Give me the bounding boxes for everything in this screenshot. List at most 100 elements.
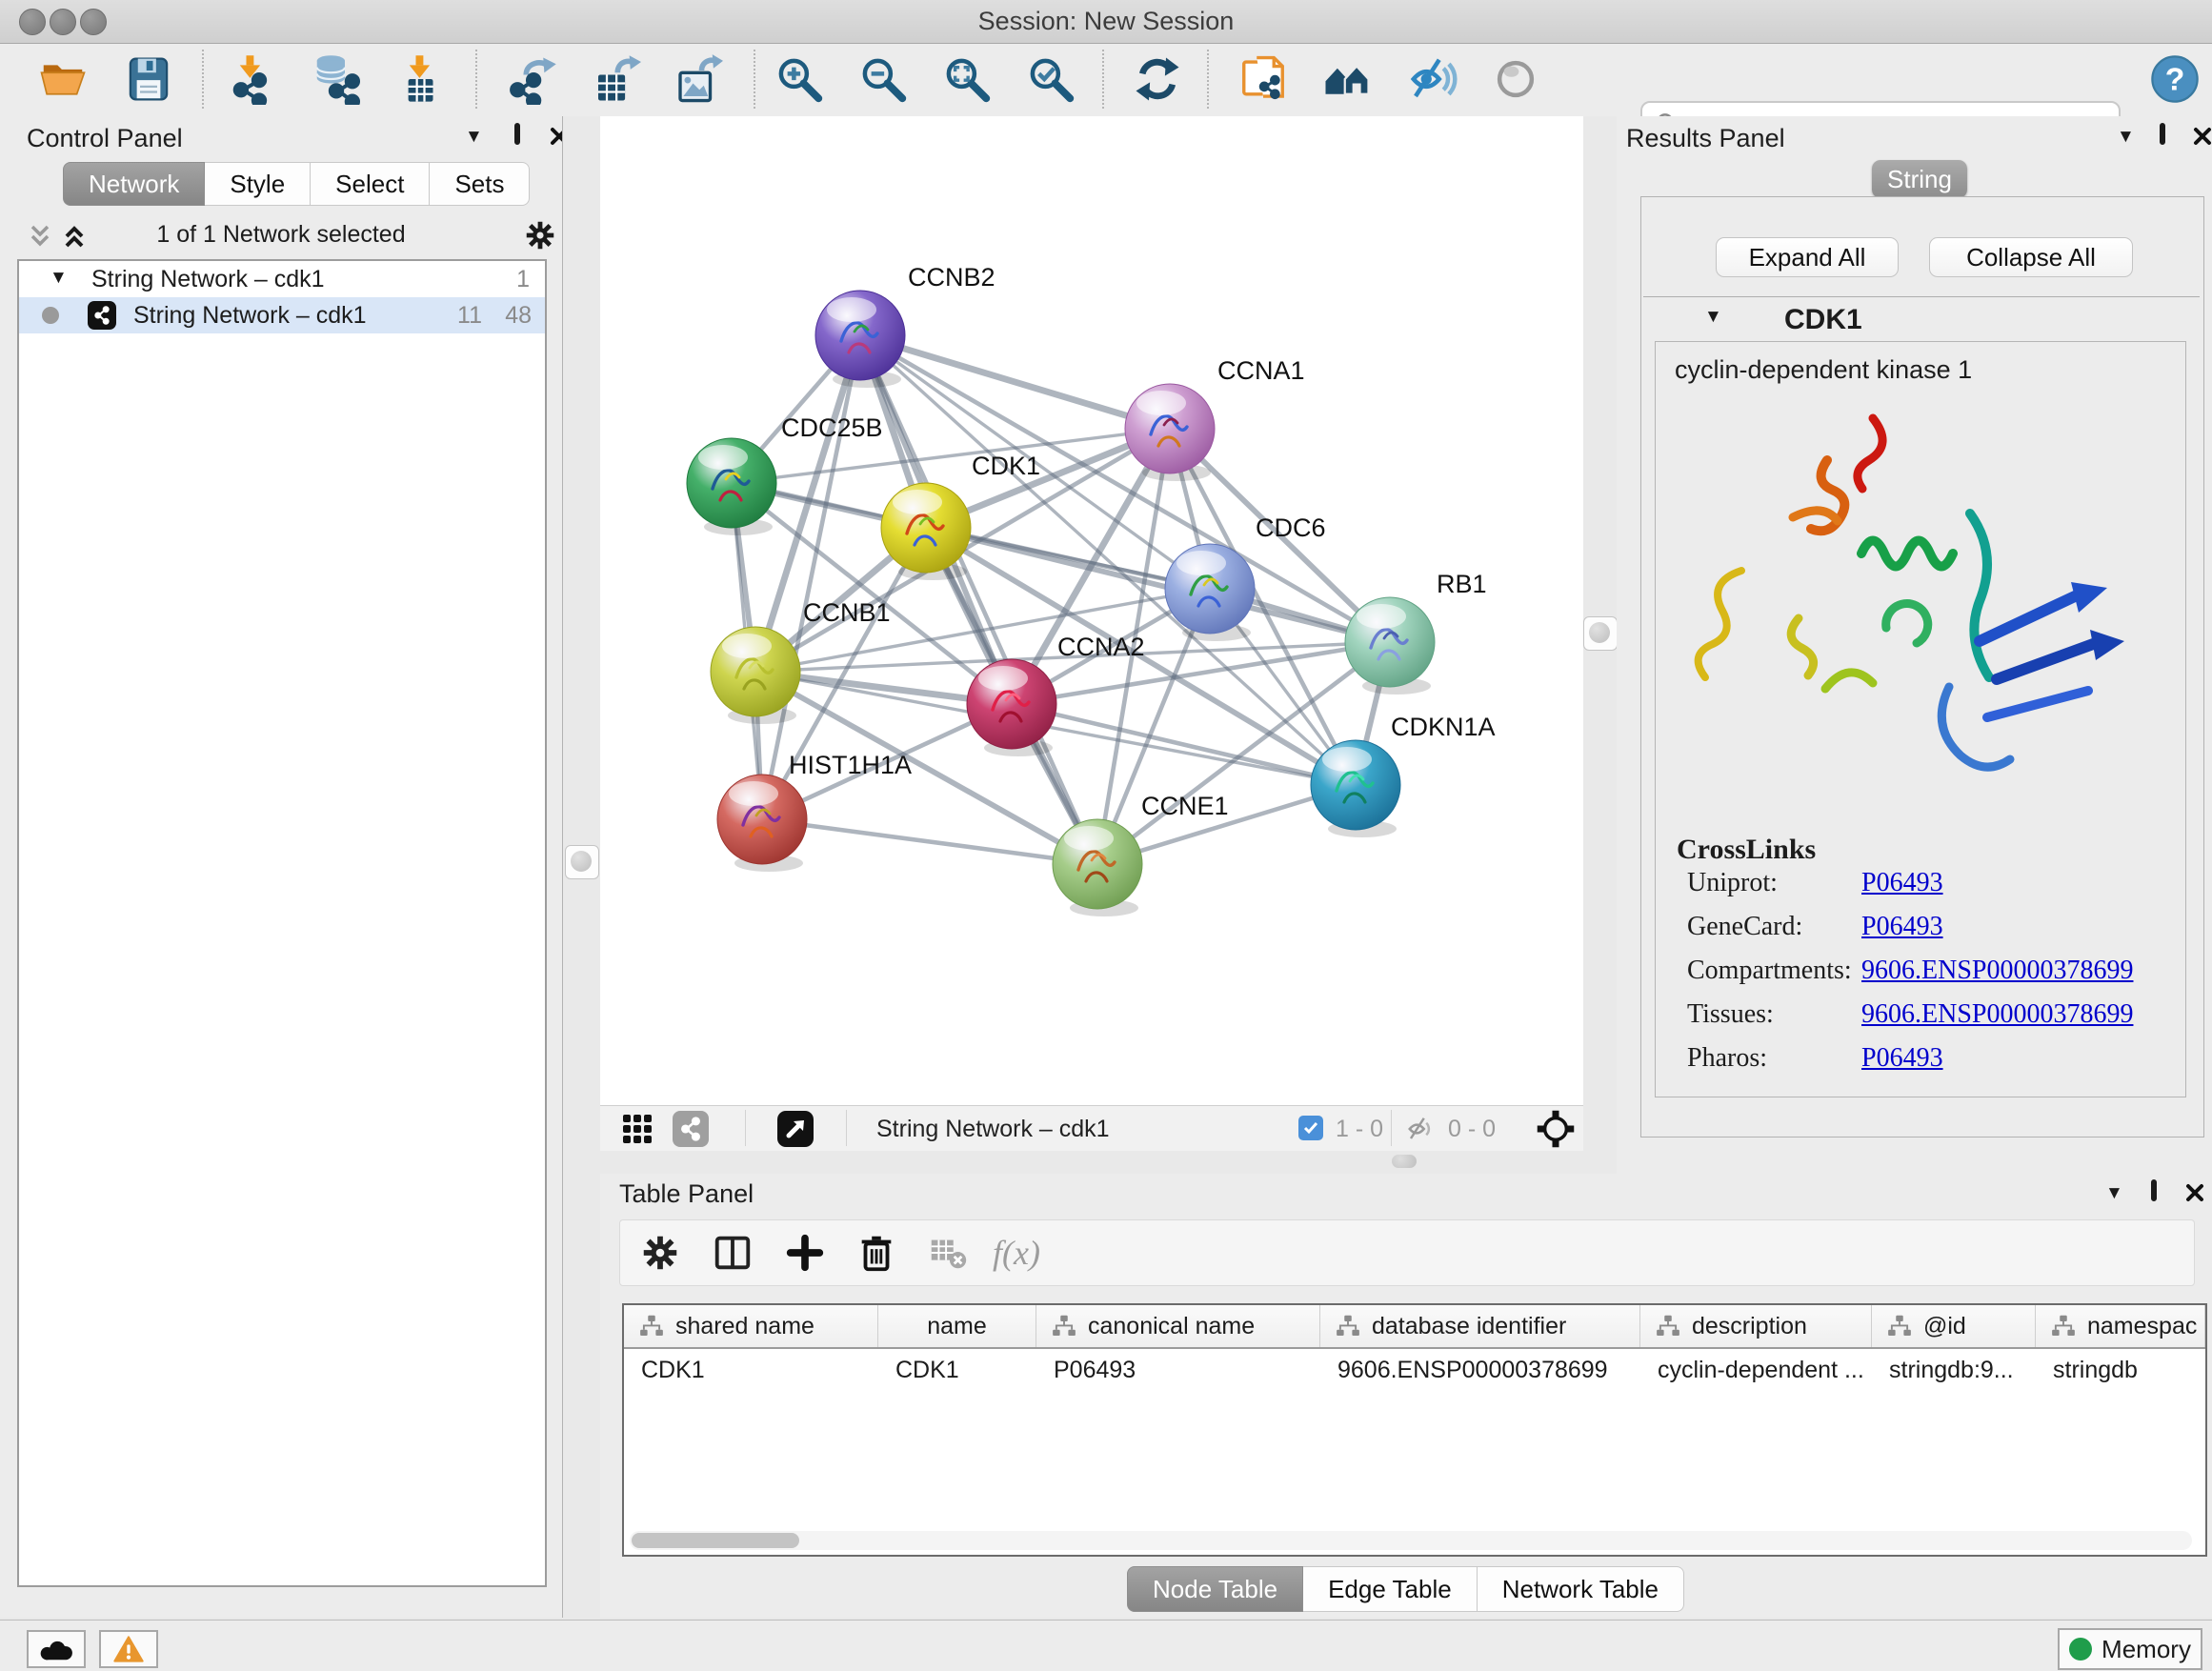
export-table-icon[interactable]	[588, 51, 643, 107]
network-grid-view-icon[interactable]	[621, 1113, 654, 1152]
edge-CDK1-RB1[interactable]	[926, 528, 1390, 642]
hide-graphics-details-icon[interactable]	[1405, 51, 1460, 107]
column-header-name[interactable]: name	[878, 1305, 1036, 1347]
left-splitter-handle[interactable]	[565, 845, 599, 879]
network-view[interactable]: CCNB2CCNA1CDC25BCDK1CDC6RB1CCNB1CCNA2CDK…	[600, 116, 1583, 1105]
network-node-CDC25B[interactable]: CDC25B	[687, 413, 883, 535]
import-network-file-icon[interactable]	[223, 51, 278, 107]
status-bar: Memory	[0, 1620, 2212, 1671]
table-cell[interactable]: P06493	[1036, 1349, 1320, 1391]
export-image-icon[interactable]	[670, 51, 725, 107]
node-label-CCNA2: CCNA2	[1057, 633, 1145, 661]
table-hscrollbar-thumb[interactable]	[632, 1533, 799, 1548]
left-splitter[interactable]	[562, 116, 601, 1618]
network-node-HIST1H1A[interactable]: HIST1H1A	[717, 751, 912, 872]
show-graphics-details-icon[interactable]	[1488, 51, 1543, 107]
gene-expander-icon[interactable]: ▼	[1704, 307, 1722, 328]
edge-CCNB2-CCNA1[interactable]	[860, 335, 1170, 429]
crosslink-row: Compartments:9606.ENSP00000378699	[1656, 956, 2185, 999]
warning-icon[interactable]	[99, 1630, 158, 1668]
crosslink-link[interactable]: P06493	[1861, 912, 1943, 942]
results-panel-menu-icon[interactable]: ▼	[2117, 127, 2135, 148]
crosslink-link[interactable]: P06493	[1861, 1043, 1943, 1074]
table-panel-menu-icon[interactable]: ▼	[2105, 1183, 2123, 1204]
open-session-icon[interactable]	[35, 51, 90, 107]
tab-sets[interactable]: Sets	[430, 162, 530, 206]
network-share-view-icon[interactable]	[673, 1111, 709, 1147]
edge-CCNB2-CCNE1[interactable]	[860, 335, 1097, 864]
network-node-CCNE1[interactable]: CCNE1	[1053, 792, 1229, 916]
table-cell[interactable]: cyclin-dependent ...	[1640, 1349, 1872, 1391]
crosslink-link[interactable]: P06493	[1861, 868, 1943, 898]
export-network-icon[interactable]	[505, 51, 560, 107]
import-network-database-icon[interactable]	[309, 51, 364, 107]
control-panel-menu-icon[interactable]: ▼	[465, 127, 483, 148]
table-cell[interactable]: CDK1	[878, 1349, 1036, 1391]
zoom-selected-icon[interactable]	[1023, 51, 1078, 107]
column-header-namespac[interactable]: namespac	[2036, 1305, 2205, 1347]
column-header-shared-name[interactable]: shared name	[624, 1305, 878, 1347]
network-canvas[interactable]: CCNB2CCNA1CDC25BCDK1CDC6RB1CCNB1CCNA2CDK…	[600, 116, 1583, 1105]
node-table[interactable]: shared namenamecanonical namedatabase id…	[622, 1303, 2207, 1557]
expand-all-button[interactable]: Expand All	[1716, 237, 1899, 277]
zoom-in-icon[interactable]	[772, 51, 827, 107]
selected-checkbox-icon[interactable]	[1298, 1116, 1323, 1140]
network-options-gear-icon[interactable]	[522, 217, 558, 258]
network-node-CCNB1[interactable]: CCNB1	[711, 598, 891, 724]
network-node-CDKN1A[interactable]: CDKN1A	[1311, 713, 1496, 837]
import-table-file-icon[interactable]	[392, 51, 448, 107]
zoom-out-icon[interactable]	[855, 51, 911, 107]
tab-style[interactable]: Style	[205, 162, 311, 206]
collapse-all-button[interactable]: Collapse All	[1929, 237, 2133, 277]
table-cell[interactable]: stringdb	[2036, 1349, 2205, 1391]
window-title: Session: New Session	[0, 7, 2212, 36]
crosslink-link[interactable]: 9606.ENSP00000378699	[1861, 956, 2133, 986]
table-panel-close-icon[interactable]	[2184, 1182, 2205, 1208]
tab-network[interactable]: Network	[63, 162, 205, 206]
right-splitter-handle[interactable]	[1583, 616, 1618, 651]
network-node-CCNA1[interactable]: CCNA1	[1125, 356, 1305, 481]
home-icon[interactable]	[1319, 51, 1375, 107]
table-delete-icon[interactable]	[852, 1228, 901, 1278]
column-header--id[interactable]: @id	[1872, 1305, 2036, 1347]
pan-tool-icon[interactable]	[1536, 1109, 1576, 1156]
network-row-selected[interactable]: String Network – cdk1 11 48	[19, 297, 545, 333]
save-session-icon[interactable]	[121, 51, 176, 107]
edge-CCNB2-HIST1H1A[interactable]	[762, 335, 860, 819]
zoom-fit-icon[interactable]	[939, 51, 995, 107]
table-cell[interactable]: stringdb:9...	[1872, 1349, 2036, 1391]
bottom-splitter-handle[interactable]	[1392, 1155, 1417, 1168]
column-header-database-identifier[interactable]: database identifier	[1320, 1305, 1640, 1347]
network-collection-row[interactable]: ▼ String Network – cdk1 1	[19, 261, 545, 297]
crosslink-link[interactable]: 9606.ENSP00000378699	[1861, 999, 2133, 1030]
tab-edge-table[interactable]: Edge Table	[1303, 1566, 1478, 1612]
control-panel-float-icon[interactable]	[514, 126, 520, 143]
birds-eye-view-icon[interactable]	[777, 1111, 814, 1147]
table-cell[interactable]: CDK1	[624, 1349, 878, 1391]
results-panel-float-icon[interactable]	[2160, 126, 2165, 143]
table-add-icon[interactable]	[780, 1228, 830, 1278]
column-header-description[interactable]: description	[1640, 1305, 1872, 1347]
tab-select[interactable]: Select	[311, 162, 430, 206]
table-columns-icon[interactable]	[708, 1228, 757, 1278]
tab-network-table[interactable]: Network Table	[1478, 1566, 1684, 1612]
apply-layout-icon[interactable]	[1130, 51, 1185, 107]
right-splitter[interactable]	[1583, 116, 1617, 1174]
table-hscrollbar[interactable]	[630, 1531, 2192, 1550]
tab-string[interactable]: String	[1872, 160, 1967, 198]
column-header-canonical-name[interactable]: canonical name	[1036, 1305, 1320, 1347]
edge-HIST1H1A-CCNE1[interactable]	[762, 819, 1097, 864]
gene-header[interactable]: ▼ CDK1	[1643, 297, 2200, 341]
cloud-icon[interactable]	[27, 1630, 86, 1668]
clone-network-icon[interactable]	[1236, 51, 1291, 107]
table-row[interactable]: CDK1CDK1P064939606.ENSP00000378699cyclin…	[624, 1349, 2205, 1391]
memory-button[interactable]: Memory	[2058, 1628, 2202, 1670]
table-gear-icon[interactable]	[635, 1228, 685, 1278]
tab-node-table[interactable]: Node Table	[1127, 1566, 1303, 1612]
help-icon[interactable]: ?	[2147, 51, 2202, 107]
table-panel-float-icon[interactable]	[2151, 1182, 2157, 1199]
results-panel-close-icon[interactable]	[2192, 126, 2212, 151]
table-cell[interactable]: 9606.ENSP00000378699	[1320, 1349, 1640, 1391]
network-node-RB1[interactable]: RB1	[1345, 570, 1487, 695]
collection-expander-icon[interactable]: ▼	[50, 268, 68, 289]
